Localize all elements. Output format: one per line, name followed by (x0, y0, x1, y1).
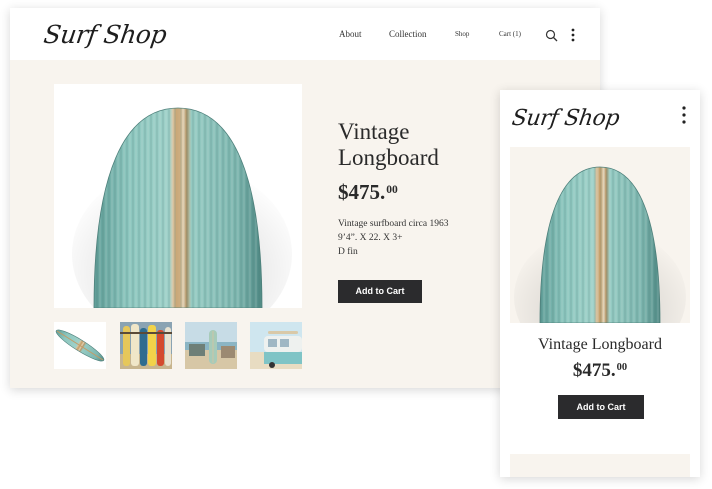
description-line: 9’4”. X 22. X 3+ (338, 233, 403, 243)
product-main-image[interactable] (54, 84, 302, 308)
product-title-line2: Longboard (338, 145, 439, 170)
price-cents: 00 (616, 362, 628, 374)
price-main: $475. (572, 360, 616, 381)
thumbnail-board-on-beach[interactable] (185, 322, 237, 369)
product-description: Vintage surfboard circa 1963 9’4”. X 22.… (338, 217, 478, 259)
nav-cart[interactable]: Cart (1) (499, 30, 521, 38)
mobile-product-title: Vintage Longboard (538, 336, 662, 353)
site-logo[interactable]: Surf Shop (42, 20, 168, 49)
product-title-line1: Vintage (338, 119, 410, 144)
thumbnail-boards-on-rack[interactable] (120, 322, 172, 369)
search-icon[interactable] (545, 29, 558, 42)
description-line: Vintage surfboard circa 1963 (338, 219, 449, 229)
nav-about[interactable]: About (339, 29, 362, 39)
mobile-add-to-cart-button[interactable]: Add to Cart (558, 395, 644, 419)
product-price: $475.00 (338, 180, 398, 205)
mobile-mockup: Surf Shop Vintage Longboard $475.00 Add … (500, 90, 700, 477)
mobile-logo[interactable]: Surf Shop (510, 106, 620, 131)
mobile-product-price: $475.00 (500, 360, 700, 382)
add-to-cart-button[interactable]: Add to Cart (338, 280, 422, 303)
mobile-product-image[interactable] (510, 147, 690, 323)
price-main: $475. (338, 180, 386, 204)
description-line: D fin (338, 247, 358, 257)
mobile-footer-section (510, 454, 690, 477)
site-header: Surf Shop About Collection Shop Cart (1) (10, 8, 600, 60)
nav-shop[interactable]: Shop (455, 30, 469, 38)
more-vertical-icon[interactable] (681, 106, 687, 124)
thumbnail-van-with-board[interactable] (250, 322, 302, 369)
nav-collection[interactable]: Collection (389, 29, 427, 39)
thumbnail-board-angled[interactable] (54, 322, 106, 369)
product-title: Vintage Longboard (338, 119, 478, 171)
price-cents: 00 (386, 183, 398, 196)
more-vertical-icon[interactable] (570, 28, 576, 42)
